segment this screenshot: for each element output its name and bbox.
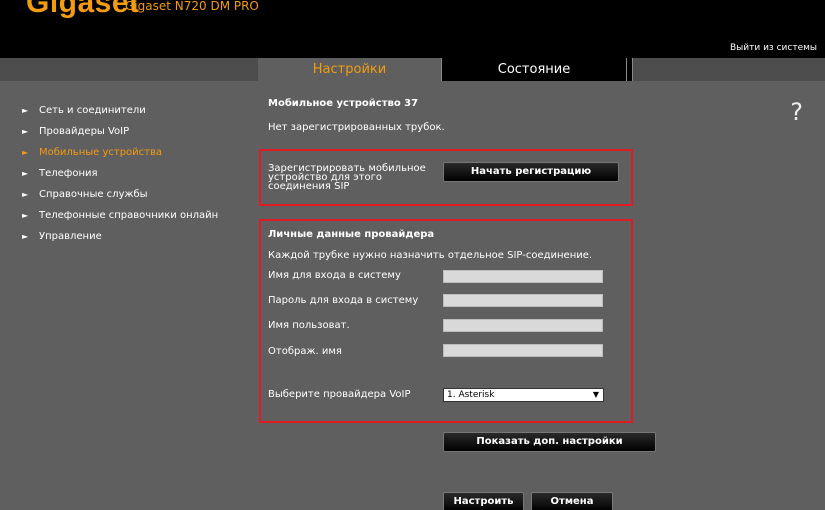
device-model: Gigaset N720 DM PRO xyxy=(125,0,259,13)
logout-link[interactable]: Выйти из системы xyxy=(730,43,817,53)
triangle-right-icon: ► xyxy=(22,211,29,220)
tab-bar-right-panel xyxy=(632,58,825,81)
save-button[interactable]: Настроить xyxy=(443,492,524,510)
sidebar-item-label: Управление xyxy=(39,231,102,242)
sidebar-menu: ► Сеть и соединители ► Провайдеры VoIP ► Мо… xyxy=(22,100,258,247)
start-registration-button[interactable]: Начать регистрацию xyxy=(443,162,619,182)
sidebar-item-mobile-devices[interactable]: ► Мобильные устройства xyxy=(22,142,258,163)
triangle-right-icon: ► xyxy=(22,106,29,115)
user-name-input[interactable] xyxy=(443,319,603,332)
sidebar-item-info-services[interactable]: ► Справочные службы xyxy=(22,184,258,205)
sidebar-item-label: Справочные службы xyxy=(39,189,148,200)
register-label-line: соединения SIP xyxy=(268,181,350,192)
display-name-label: Отображ. имя xyxy=(268,346,342,357)
login-name-label: Имя для входа в систему xyxy=(268,270,401,281)
voip-provider-select[interactable]: 1. Asterisk ▼ xyxy=(443,388,604,402)
sidebar-item-label: Мобильные устройства xyxy=(39,147,163,158)
display-name-input[interactable] xyxy=(443,344,603,357)
register-label: Зарегистрировать мобильное устройство дл… xyxy=(268,164,438,192)
sidebar-item-management[interactable]: ► Управление xyxy=(22,226,258,247)
sidebar-item-network[interactable]: ► Сеть и соединители xyxy=(22,100,258,121)
tab-status[interactable]: Состояние xyxy=(441,58,627,81)
cancel-button[interactable]: Отмена xyxy=(531,492,613,510)
triangle-right-icon: ► xyxy=(22,169,29,178)
triangle-right-icon: ► xyxy=(22,127,29,136)
login-name-input[interactable] xyxy=(443,270,603,283)
sidebar-item-label: Сеть и соединители xyxy=(39,105,146,116)
triangle-right-icon: ► xyxy=(22,232,29,241)
voip-provider-selected: 1. Asterisk xyxy=(447,390,495,400)
login-password-input[interactable] xyxy=(443,294,603,307)
triangle-right-icon: ► xyxy=(22,148,29,157)
help-icon[interactable]: ? xyxy=(790,98,803,126)
sidebar-item-telephony[interactable]: ► Телефония xyxy=(22,163,258,184)
no-handsets-text: Нет зарегистрированных трубок. xyxy=(268,122,445,133)
brand-logo: Gigaset xyxy=(26,0,140,19)
sidebar-item-online-directories[interactable]: ► Телефонные справочники онлайн xyxy=(22,205,258,226)
provider-hint: Каждой трубке нужно назначить отдельное … xyxy=(268,250,593,261)
header-bar: Gigaset Gigaset N720 DM PRO Выйти из сис… xyxy=(0,0,825,56)
login-password-label: Пароль для входа в систему xyxy=(268,295,419,306)
dropdown-arrow-icon: ▼ xyxy=(592,390,599,399)
show-advanced-button[interactable]: Показать доп. настройки xyxy=(443,432,656,452)
user-name-label: Имя пользоват. xyxy=(268,320,350,331)
page-title: Мобильное устройство 37 xyxy=(268,98,419,109)
tab-settings[interactable]: Настройки xyxy=(258,58,441,81)
sidebar-item-label: Провайдеры VoIP xyxy=(39,126,130,137)
provider-section-title: Личные данные провайдера xyxy=(268,229,435,240)
sidebar-item-label: Телефония xyxy=(39,168,98,179)
triangle-right-icon: ► xyxy=(22,190,29,199)
sidebar-item-voip-providers[interactable]: ► Провайдеры VoIP xyxy=(22,121,258,142)
voip-provider-label: Выберите провайдера VoIP xyxy=(268,389,411,400)
sidebar-item-label: Телефонные справочники онлайн xyxy=(39,210,219,221)
tab-bar-left-panel xyxy=(0,58,258,81)
page-header: Мобильное устройство 37 Нет зарегистриро… xyxy=(268,98,638,133)
